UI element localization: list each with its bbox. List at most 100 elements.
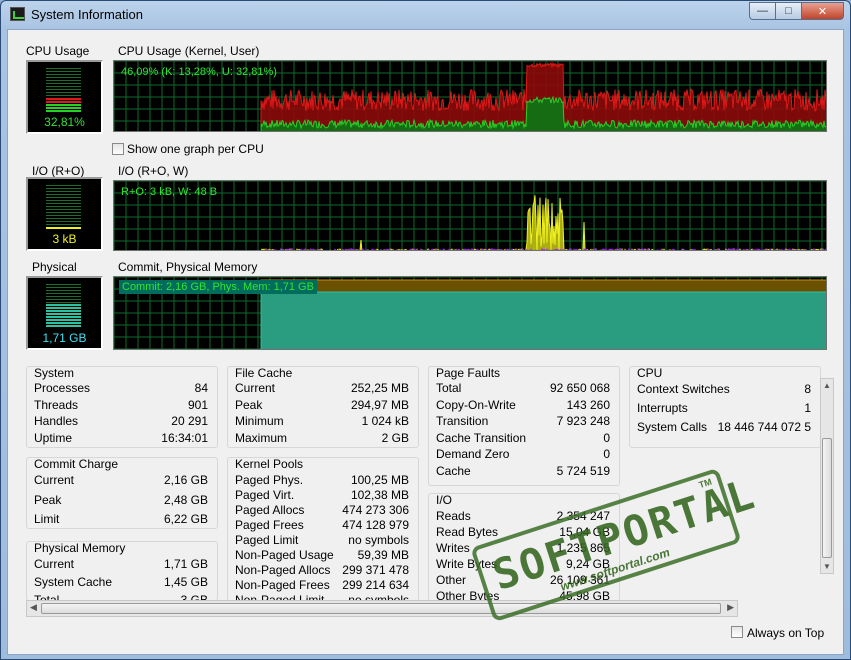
stat-value: 16:34:01: [161, 430, 208, 445]
io-graph-plot: [114, 181, 826, 250]
stat-value: 20 291: [171, 414, 208, 428]
group-system: System Processes 84 Threads 901 Handles 20 291…: [26, 366, 218, 448]
minimize-icon: —: [757, 5, 768, 17]
stat-value: 1 024 kB: [361, 414, 409, 428]
stat-row: Copy-On-Write 143 260: [436, 398, 610, 413]
stat-value: 8: [804, 382, 811, 396]
stat-label: Peak: [235, 397, 263, 412]
close-button[interactable]: ✕: [801, 2, 844, 20]
stat-label: Peak: [34, 492, 62, 507]
stat-row: System Cache 1,45 GB: [34, 575, 208, 590]
memory-gauge-label: Physical: [32, 260, 77, 274]
stat-label: Non-Paged Allocs: [235, 563, 331, 577]
io-graph-readout: R+O: 3 kB, W: 48 B: [121, 186, 218, 198]
stat-label: Handles: [34, 414, 79, 428]
group-title: System: [34, 366, 75, 380]
stat-row: Current 1,71 GB: [34, 557, 208, 572]
stat-label: Read Bytes: [436, 525, 499, 539]
stat-row: Non-Paged Frees 299 214 634: [235, 578, 409, 593]
stat-row: Handles 20 291: [34, 414, 208, 429]
stat-value: 1: [804, 401, 811, 415]
stat-label: Limit: [34, 512, 60, 526]
minimize-button[interactable]: —: [749, 2, 775, 20]
stat-label: Write Bytes: [436, 557, 498, 571]
stat-value: 901: [187, 397, 208, 412]
stat-value: no symbols: [348, 533, 409, 547]
stat-label: Transition: [436, 414, 489, 428]
io-gauge-bars: [46, 185, 81, 229]
stat-row: Total 92 650 068: [436, 381, 610, 396]
stat-row: Non-Paged Usage 59,39 MB: [235, 548, 409, 563]
stat-value: 7 923 248: [556, 414, 610, 428]
memory-gauge: 1,71 GB: [26, 276, 103, 350]
cpu-gauge-label: CPU Usage: [26, 44, 90, 58]
stat-label: Maximum: [235, 430, 288, 445]
stat-value: 2 354 247: [556, 509, 610, 523]
io-graph-label: I/O (R+O, W): [118, 164, 189, 178]
group-title: Kernel Pools: [235, 457, 304, 471]
memory-gauge-fill: [46, 303, 81, 328]
stat-value: 299 371 478: [342, 563, 409, 577]
horizontal-scroll-thumb[interactable]: [41, 603, 721, 614]
stat-label: System Cache: [34, 575, 113, 589]
stat-row: Context Switches 8: [637, 382, 811, 397]
stat-value: 2,48 GB: [163, 492, 208, 507]
io-read-series: [260, 195, 826, 250]
vertical-scroll-thumb[interactable]: [822, 438, 832, 558]
scroll-left-icon[interactable]: ◀: [30, 602, 37, 613]
caption-buttons: — □ ✕: [749, 2, 844, 20]
memory-gauge-bars: [46, 284, 81, 328]
stat-value: 26 109 361: [549, 573, 610, 587]
stat-value: 18 446 744 072 5: [717, 420, 811, 434]
memory-graph-label: Commit, Physical Memory: [118, 260, 258, 274]
stat-value: 0: [603, 447, 610, 461]
maximize-button[interactable]: □: [775, 2, 801, 20]
io-gauge-fill: [46, 226, 81, 229]
stat-label: Paged Allocs: [235, 503, 305, 517]
stat-row: Peak 2,48 GB: [34, 493, 208, 508]
scroll-right-icon[interactable]: ▶: [727, 602, 734, 613]
stat-value: 6,22 GB: [163, 512, 208, 526]
io-graph: R+O: 3 kB, W: 48 B: [113, 180, 827, 251]
stat-label: Demand Zero: [436, 447, 510, 461]
stat-label: Minimum: [235, 414, 284, 428]
title-bar[interactable]: System Information — □ ✕: [1, 1, 850, 29]
stat-row: Paged Frees 474 128 979: [235, 518, 409, 533]
stat-value: 474 128 979: [342, 518, 409, 532]
stat-label: Other: [436, 573, 467, 587]
stat-value: 474 273 306: [342, 503, 409, 517]
stat-value: 9,24 GB: [565, 557, 610, 571]
io-gauge-value: 3 kB: [52, 232, 77, 246]
group-title: I/O: [436, 493, 453, 507]
stat-label: Copy-On-Write: [436, 397, 516, 412]
cpu-graph-label: CPU Usage (Kernel, User): [118, 44, 260, 58]
cpu-graph-readout: 46,09% (K: 13,28%, U: 32,81%): [121, 66, 277, 78]
scroll-down-icon[interactable]: ▼: [823, 562, 831, 571]
horizontal-scrollbar[interactable]: ◀ ▶: [26, 600, 738, 617]
stat-row: Maximum 2 GB: [235, 431, 409, 446]
stat-label: Reads: [436, 509, 471, 523]
one-graph-per-cpu-checkbox[interactable]: [112, 143, 124, 155]
stat-value: 102,38 MB: [350, 488, 409, 502]
stat-value: 15,04 GB: [559, 525, 610, 539]
stat-value: 92 650 068: [549, 381, 610, 395]
group-file-cache: File Cache Current 252,25 MB Peak 294,97 MB M…: [227, 366, 419, 448]
memory-physical-series: [260, 291, 826, 349]
always-on-top-checkbox[interactable]: [731, 626, 743, 638]
stat-value: 1 235 865: [556, 541, 610, 555]
stat-row: Peak 294,97 MB: [235, 398, 409, 413]
stat-label: Current: [235, 381, 276, 395]
stat-row: Limit 6,22 GB: [34, 512, 208, 527]
close-icon: ✕: [817, 5, 828, 18]
io-gauge-label: I/O (R+O): [32, 164, 85, 178]
client-area: CPU Usage 32,81% CPU Usage (Kernel, User…: [7, 29, 844, 655]
scroll-up-icon[interactable]: ▲: [823, 381, 831, 390]
stat-label: Context Switches: [637, 382, 730, 396]
vertical-scrollbar[interactable]: ▲ ▼: [820, 378, 834, 574]
memory-gauge-value: 1,71 GB: [42, 331, 87, 345]
stat-row: Minimum 1 024 kB: [235, 414, 409, 429]
stat-label: Uptime: [34, 430, 73, 445]
group-io-stats: I/O Reads 2 354 247 Read Bytes 15,04 GB Write…: [428, 493, 620, 602]
group-title: File Cache: [235, 366, 293, 380]
stat-label: Current: [34, 557, 75, 571]
